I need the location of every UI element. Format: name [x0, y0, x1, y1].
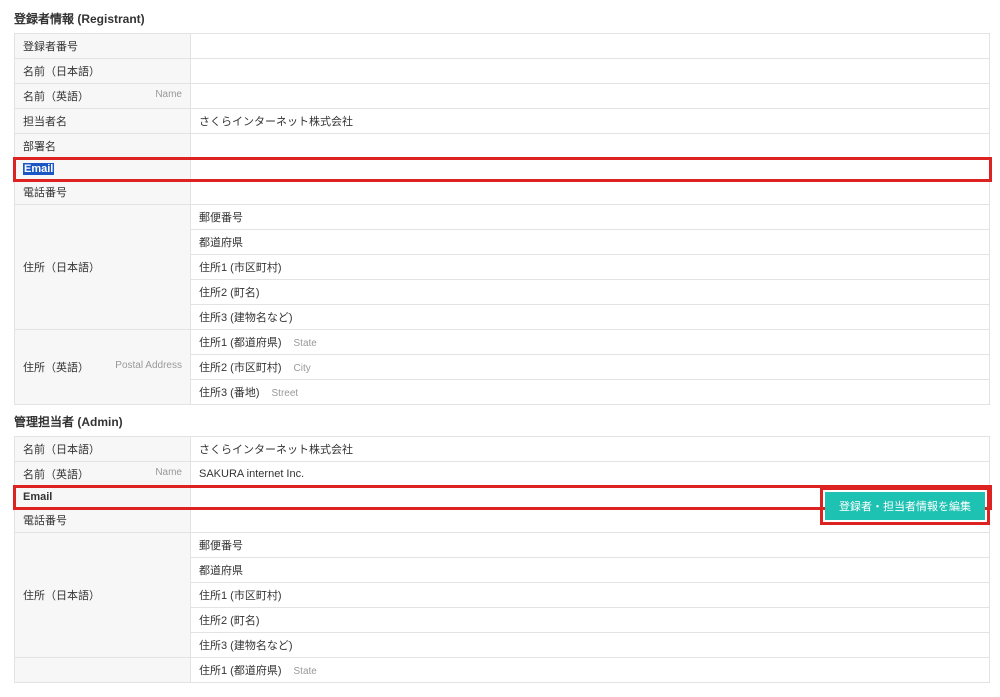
value-email: [191, 159, 990, 180]
row-addr-en: 住所（英語）Postal Address 住所1 (都道府県)State: [15, 330, 990, 355]
admin-label-addr-jp: 住所（日本語）: [23, 587, 100, 603]
value-name-jp: [191, 59, 990, 84]
sub-addr-e2-en: City: [294, 363, 311, 374]
admin-sub-addr-zip: 郵便番号: [199, 540, 243, 552]
sub-addr-e1-en: State: [294, 338, 317, 349]
sub-addr-e2: 住所2 (市区町村): [199, 362, 282, 374]
admin-row-addr-en-1: 住所1 (都道府県) State: [15, 658, 990, 683]
label-busho: 部署名: [23, 138, 56, 154]
registrant-table: 登録者番号 名前（日本語） 名前（英語） Name 担当者名 さくらインターネット…: [14, 33, 990, 405]
sub-addr-pref: 都道府県: [199, 237, 243, 249]
admin-row-name-en: 名前（英語） Name SAKURA internet Inc.: [15, 462, 990, 487]
value-tel: [191, 180, 990, 205]
value-tantou: さくらインターネット株式会社: [191, 109, 990, 134]
admin-label-name-en-sub: Name: [155, 467, 182, 478]
label-name-jp: 名前（日本語）: [23, 63, 100, 79]
admin-table: 名前（日本語） さくらインターネット株式会社 名前（英語） Name SAKURA…: [14, 436, 990, 683]
row-tel: 電話番号: [15, 180, 990, 205]
admin-sub-addr-e1-en: State: [294, 666, 317, 677]
label-tel: 電話番号: [23, 184, 67, 200]
admin-row-name-jp: 名前（日本語） さくらインターネット株式会社: [15, 437, 990, 462]
row-tantou: 担当者名 さくらインターネット株式会社: [15, 109, 990, 134]
admin-label-tel: 電話番号: [23, 512, 67, 528]
label-email: Email: [23, 163, 54, 175]
admin-sub-addr-pref: 都道府県: [199, 565, 243, 577]
row-name-en: 名前（英語） Name: [15, 84, 990, 109]
admin-sub-addr-j2: 住所2 (町名): [199, 615, 260, 627]
admin-value-name-en: SAKURA internet Inc.: [191, 462, 990, 487]
label-name-en-sub: Name: [155, 89, 182, 100]
label-addr-en-sub: Postal Address: [115, 360, 182, 371]
value-name-en: [191, 84, 990, 109]
admin-sub-addr-j1: 住所1 (市区町村): [199, 590, 282, 602]
label-addr-en: 住所（英語）: [23, 359, 89, 375]
sub-addr-e3-en: Street: [272, 388, 299, 399]
admin-section-title: 管理担当者 (Admin): [14, 413, 990, 430]
row-busho: 部署名: [15, 134, 990, 159]
admin-label-name-en: 名前（英語）: [23, 466, 89, 482]
row-name-jp: 名前（日本語）: [15, 59, 990, 84]
admin-sub-addr-e1: 住所1 (都道府県): [199, 665, 282, 677]
admin-label-email: Email: [23, 491, 52, 503]
sub-addr-zip: 郵便番号: [199, 212, 243, 224]
value-reg-no: [191, 34, 990, 59]
row-email-highlighted: Email: [15, 159, 990, 180]
row-addr-jp: 住所（日本語） 郵便番号: [15, 205, 990, 230]
sub-addr-j1: 住所1 (市区町村): [199, 262, 282, 274]
row-reg-no: 登録者番号: [15, 34, 990, 59]
admin-label-name-jp: 名前（日本語）: [23, 441, 100, 457]
sub-addr-j2: 住所2 (町名): [199, 287, 260, 299]
label-addr-jp: 住所（日本語）: [23, 259, 100, 275]
value-busho: [191, 134, 990, 159]
edit-registrant-admin-button[interactable]: 登録者・担当者情報を編集: [825, 492, 985, 520]
registrant-section-title: 登録者情報 (Registrant): [14, 10, 990, 27]
admin-row-addr-jp: 住所（日本語） 郵便番号: [15, 533, 990, 558]
label-name-en: 名前（英語）: [23, 88, 89, 104]
label-tantou: 担当者名: [23, 113, 67, 129]
edit-button-highlight: 登録者・担当者情報を編集: [820, 487, 990, 525]
admin-value-name-jp: さくらインターネット株式会社: [191, 437, 990, 462]
sub-addr-e3: 住所3 (番地): [199, 387, 260, 399]
sub-addr-j3: 住所3 (建物名など): [199, 312, 293, 324]
sub-addr-e1: 住所1 (都道府県): [199, 337, 282, 349]
label-reg-no: 登録者番号: [23, 38, 78, 54]
admin-sub-addr-j3: 住所3 (建物名など): [199, 640, 293, 652]
